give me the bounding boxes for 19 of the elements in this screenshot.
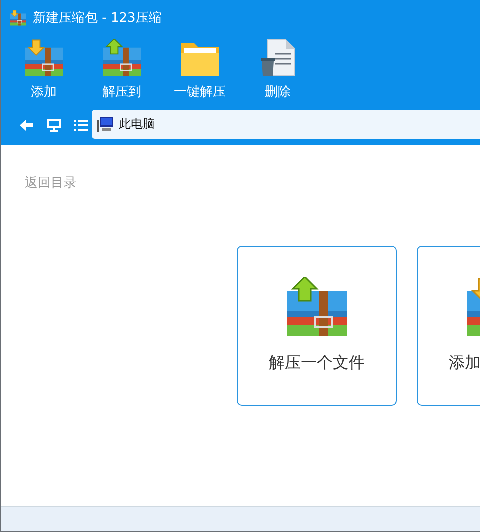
archive-up-arrow-icon xyxy=(103,39,141,77)
action-card[interactable]: 添加 xyxy=(417,246,480,406)
back-to-directory-link[interactable]: 返回目录 xyxy=(25,174,77,192)
toolbar-button[interactable]: 一键解压 xyxy=(161,35,239,105)
toolbar-button[interactable]: 删除 xyxy=(239,35,317,105)
monitor-icon xyxy=(46,118,60,132)
back-arrow-icon xyxy=(20,120,33,130)
computer-icon xyxy=(97,116,113,132)
address-text: 此电脑 xyxy=(119,116,155,132)
action-card[interactable]: 解压一个文件 xyxy=(237,246,397,406)
address-field[interactable]: 此电脑 xyxy=(92,110,480,138)
list-icon xyxy=(74,120,88,130)
archive-up-arrow-icon xyxy=(287,277,347,337)
toolbar-button[interactable]: 解压到 xyxy=(83,35,161,105)
window-title: 新建压缩包 - 123压缩 xyxy=(33,10,162,26)
toolbar-button[interactable]: 添加 xyxy=(5,35,83,105)
app-logo-icon xyxy=(10,10,26,26)
trash-document-icon xyxy=(260,39,296,77)
archive-down-arrow-icon xyxy=(25,39,63,77)
